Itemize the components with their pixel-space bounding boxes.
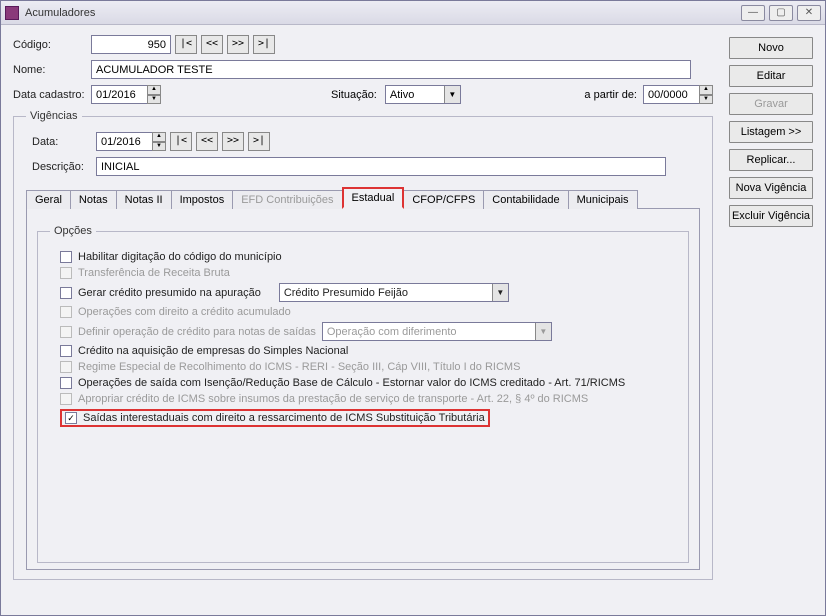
vig-desc-label: Descrição: — [32, 161, 96, 173]
codigo-label: Código: — [13, 39, 91, 51]
opt-saidas-interestaduais: Saídas interestaduais com direito a ress… — [83, 412, 485, 424]
checkbox-transferencia — [60, 267, 72, 279]
situacao-value: Ativo — [390, 89, 414, 101]
nav-prev-button[interactable]: << — [201, 35, 223, 54]
side-buttons: Novo Editar Gravar Listagem >> Replicar.… — [729, 37, 813, 227]
checkbox-credito-acumulado — [60, 306, 72, 318]
dropdown-icon: ▼ — [492, 284, 508, 301]
opt-credito-presumido: Gerar crédito presumido na apuração — [78, 287, 261, 299]
gravar-button[interactable]: Gravar — [729, 93, 813, 115]
vig-nav-last[interactable]: >| — [248, 132, 270, 151]
highlighted-option: Saídas interestaduais com direito a ress… — [60, 409, 490, 427]
minimize-button[interactable]: — — [741, 5, 765, 21]
dropdown-icon: ▼ — [444, 86, 460, 103]
situacao-select[interactable]: Ativo ▼ — [385, 85, 461, 104]
operacao-credito-select[interactable]: Operação com diferimento ▼ — [322, 322, 552, 341]
nav-last-button[interactable]: >| — [253, 35, 275, 54]
spin-down-icon[interactable]: ▼ — [147, 95, 161, 105]
tab-impostos[interactable]: Impostos — [171, 190, 234, 209]
vig-nav-next[interactable]: >> — [222, 132, 244, 151]
opt-transferencia: Transferência de Receita Bruta — [78, 267, 230, 279]
vig-nav-first[interactable]: |< — [170, 132, 192, 151]
spin-down-icon[interactable]: ▼ — [699, 95, 713, 105]
vigencias-group: Vigências Data: ▲▼ |< << >> >| Descrição… — [13, 110, 713, 580]
checkbox-isencao[interactable] — [60, 377, 72, 389]
tab-strip: Geral Notas Notas II Impostos EFD Contri… — [26, 186, 700, 208]
tab-estadual[interactable]: Estadual — [342, 187, 405, 209]
tab-municipais[interactable]: Municipais — [568, 190, 638, 209]
maximize-button[interactable]: ▢ — [769, 5, 793, 21]
tab-notas[interactable]: Notas — [70, 190, 117, 209]
spin-up-icon[interactable]: ▲ — [152, 132, 166, 142]
datacadastro-spinner[interactable]: ▲▼ — [91, 85, 161, 104]
dropdown-icon: ▼ — [535, 323, 551, 340]
nova-vigencia-button[interactable]: Nova Vigência — [729, 177, 813, 199]
tab-geral[interactable]: Geral — [26, 190, 71, 209]
credito-presumido-select[interactable]: Crédito Presumido Feijão ▼ — [279, 283, 509, 302]
situacao-label: Situação: — [331, 89, 377, 101]
tab-panel-estadual: Opções Habilitar digitação do código do … — [26, 208, 700, 570]
opcoes-group: Opções Habilitar digitação do código do … — [37, 225, 689, 563]
vig-nav-prev[interactable]: << — [196, 132, 218, 151]
spin-down-icon[interactable]: ▼ — [152, 142, 166, 152]
tab-notas2[interactable]: Notas II — [116, 190, 172, 209]
vig-data-spinner[interactable]: ▲▼ — [96, 132, 166, 151]
opt-apropriar: Apropriar crédito de ICMS sobre insumos … — [78, 393, 588, 405]
opt-credito-acumulado: Operações com direito a crédito acumulad… — [78, 306, 291, 318]
codigo-input[interactable] — [91, 35, 171, 54]
vig-desc-input[interactable] — [96, 157, 666, 176]
editar-button[interactable]: Editar — [729, 65, 813, 87]
close-button[interactable]: ✕ — [797, 5, 821, 21]
vig-data-label: Data: — [32, 136, 96, 148]
main-window: Acumuladores — ▢ ✕ Novo Editar Gravar Li… — [0, 0, 826, 616]
nav-next-button[interactable]: >> — [227, 35, 249, 54]
checkbox-simples[interactable] — [60, 345, 72, 357]
apartir-spinner[interactable]: ▲▼ — [643, 85, 713, 104]
opt-municipio: Habilitar digitação do código do municíp… — [78, 251, 282, 263]
window-title: Acumuladores — [25, 7, 737, 19]
tab-efd[interactable]: EFD Contribuições — [232, 190, 342, 209]
datacadastro-label: Data cadastro: — [13, 89, 91, 101]
checkbox-saidas-interestaduais[interactable] — [65, 412, 77, 424]
opt-reri: Regime Especial de Recolhimento do ICMS … — [78, 361, 520, 373]
novo-button[interactable]: Novo — [729, 37, 813, 59]
checkbox-apropriar — [60, 393, 72, 405]
nome-label: Nome: — [13, 64, 91, 76]
apartir-label: a partir de: — [584, 89, 637, 101]
nome-input[interactable] — [91, 60, 691, 79]
spin-up-icon[interactable]: ▲ — [699, 85, 713, 95]
titlebar: Acumuladores — ▢ ✕ — [1, 1, 825, 25]
checkbox-municipio[interactable] — [60, 251, 72, 263]
nav-first-button[interactable]: |< — [175, 35, 197, 54]
checkbox-operacao-credito — [60, 326, 72, 338]
opcoes-legend: Opções — [50, 225, 96, 237]
opt-operacao-credito: Definir operação de crédito para notas d… — [78, 326, 316, 338]
tab-cfop[interactable]: CFOP/CFPS — [403, 190, 484, 209]
checkbox-reri — [60, 361, 72, 373]
spin-up-icon[interactable]: ▲ — [147, 85, 161, 95]
opt-simples: Crédito na aquisição de empresas do Simp… — [78, 345, 348, 357]
credito-presumido-value: Crédito Presumido Feijão — [284, 287, 408, 299]
datacadastro-input[interactable] — [91, 85, 147, 104]
opt-isencao: Operações de saída com Isenção/Redução B… — [78, 377, 625, 389]
app-icon — [5, 6, 19, 20]
checkbox-credito-presumido[interactable] — [60, 287, 72, 299]
operacao-credito-value: Operação com diferimento — [327, 326, 457, 338]
tab-contabilidade[interactable]: Contabilidade — [483, 190, 568, 209]
vigencias-legend: Vigências — [26, 110, 82, 122]
client-area: Novo Editar Gravar Listagem >> Replicar.… — [1, 25, 825, 615]
listagem-button[interactable]: Listagem >> — [729, 121, 813, 143]
replicar-button[interactable]: Replicar... — [729, 149, 813, 171]
vig-data-input[interactable] — [96, 132, 152, 151]
apartir-input[interactable] — [643, 85, 699, 104]
excluir-vigencia-button[interactable]: Excluir Vigência — [729, 205, 813, 227]
